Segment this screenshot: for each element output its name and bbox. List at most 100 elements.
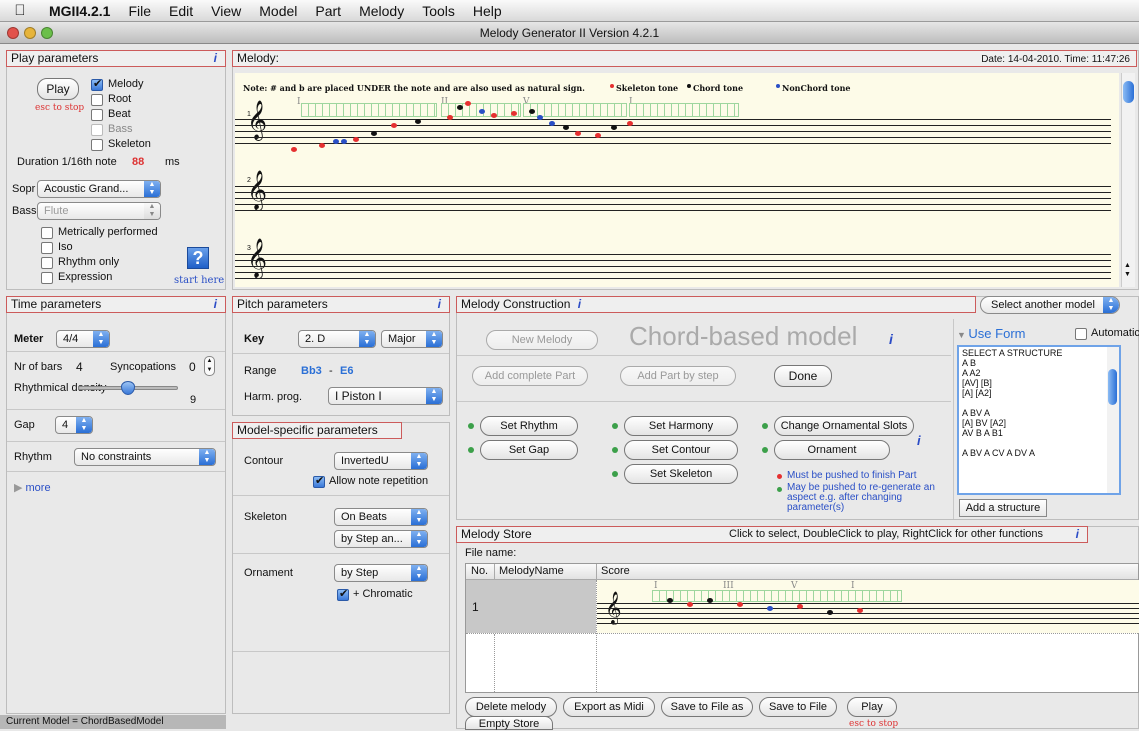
start-here-link[interactable]: start here (174, 275, 224, 286)
new-melody-button[interactable]: New Melody (486, 330, 598, 350)
structure-item[interactable]: A BV A CV A DV A (962, 448, 1116, 458)
bass-checkbox[interactable] (91, 124, 103, 136)
sopr-instrument-select[interactable]: Acoustic Grand... ▲ ▼ (37, 180, 161, 198)
ornament-button[interactable]: Ornament (774, 440, 890, 460)
column-melodyname[interactable]: MelodyName (499, 565, 564, 577)
menu-part[interactable]: Part (306, 3, 350, 19)
close-window-button[interactable] (7, 27, 19, 39)
delete-melody-button[interactable]: Delete melody (465, 697, 557, 717)
change-ornamental-slots-button[interactable]: Change Ornamental Slots (774, 416, 914, 436)
info-icon[interactable]: i (1076, 527, 1079, 542)
info-icon[interactable]: i (214, 51, 217, 66)
scroll-thumb[interactable] (1108, 369, 1117, 405)
structure-item[interactable]: A A2 (962, 368, 1116, 378)
menu-app[interactable]: MGII4.2.1 (40, 3, 119, 19)
rhythmical-density-slider[interactable] (78, 381, 178, 395)
save-to-file-button[interactable]: Save to File (759, 697, 837, 717)
skeleton-select-2[interactable]: by Step an... ▲ ▼ (334, 530, 428, 548)
melody-score-area[interactable]: Note: # and b are placed UNDER the note … (235, 73, 1119, 287)
structure-item[interactable]: [AV] [B] (962, 378, 1116, 388)
harmonic-progression-select[interactable]: I Piston I ▲ ▼ (328, 387, 443, 405)
menu-view[interactable]: View (202, 3, 250, 19)
use-form-disclosure[interactable]: ▼ Use Form (957, 326, 1025, 341)
automatic-checkbox[interactable] (1075, 328, 1087, 340)
structure-item[interactable]: SELECT A STRUCTURE (962, 348, 1116, 358)
play-button[interactable]: Play (37, 78, 79, 100)
minimize-window-button[interactable] (24, 27, 36, 39)
info-icon[interactable]: i (438, 297, 441, 312)
slider-thumb[interactable] (121, 381, 135, 395)
structure-item[interactable]: [A] [A2] (962, 388, 1116, 398)
add-structure-button[interactable]: Add a structure (959, 499, 1047, 517)
column-score[interactable]: Score (601, 565, 630, 577)
set-harmony-button[interactable]: Set Harmony (624, 416, 738, 436)
bass-instrument-select[interactable]: Flute ▲ ▼ (37, 202, 161, 220)
structure-item[interactable]: A BV A (962, 408, 1116, 418)
scroll-arrows-icon[interactable]: ▲ ▼ (1124, 261, 1131, 279)
contour-select[interactable]: InvertedU ▲ ▼ (334, 452, 428, 470)
done-button[interactable]: Done (774, 365, 832, 387)
menu-tools[interactable]: Tools (413, 3, 464, 19)
skeleton-checkbox[interactable] (91, 139, 103, 151)
melody-checkbox[interactable] (91, 77, 103, 91)
set-contour-button[interactable]: Set Contour (624, 440, 738, 460)
staff-lines (597, 600, 1139, 626)
set-skeleton-button[interactable]: Set Skeleton (624, 464, 738, 484)
add-part-by-step-button[interactable]: Add Part by step (620, 366, 736, 386)
allow-note-repetition-checkbox[interactable] (313, 474, 325, 488)
model-info-icon[interactable]: i (889, 331, 893, 347)
root-checkbox[interactable] (91, 94, 103, 106)
structure-item[interactable]: [A] BV [A2] (962, 418, 1116, 428)
select-another-model-select[interactable]: Select another model ▲ ▼ (980, 296, 1120, 314)
info-icon[interactable]: i (578, 297, 581, 311)
table-row[interactable]: 1 I III V I 𝄞 (466, 580, 1139, 634)
mode-select[interactable]: Major ▲ ▼ (381, 330, 443, 348)
rhythm-select[interactable]: No constraints ▲ ▼ (74, 448, 216, 466)
skeleton-select-1[interactable]: On Beats ▲ ▼ (334, 508, 428, 526)
export-midi-button[interactable]: Export as Midi (563, 697, 655, 717)
structure-scrollbar[interactable] (1107, 347, 1119, 493)
save-to-file-as-button[interactable]: Save to File as (661, 697, 753, 717)
empty-store-button[interactable]: Empty Store (465, 716, 553, 730)
add-complete-part-button[interactable]: Add complete Part (472, 366, 588, 386)
apple-icon[interactable]:  (0, 2, 40, 19)
chromatic-checkbox[interactable] (337, 587, 349, 601)
syncopations-value[interactable]: 0 (189, 360, 196, 374)
menu-melody[interactable]: Melody (350, 3, 413, 19)
set-gap-button[interactable]: Set Gap (480, 440, 578, 460)
menu-model[interactable]: Model (250, 3, 306, 19)
row-selection (466, 580, 596, 633)
nr-of-bars-value[interactable]: 4 (76, 360, 83, 374)
gap-select[interactable]: 4 ▲ ▼ (55, 416, 93, 434)
range-low-value[interactable]: Bb3 (301, 365, 322, 377)
scroll-thumb[interactable] (1123, 81, 1134, 103)
menu-file[interactable]: File (119, 3, 160, 19)
ornament-select[interactable]: by Step ▲ ▼ (334, 564, 428, 582)
meter-select[interactable]: 4/4 ▲ ▼ (56, 330, 110, 348)
iso-checkbox[interactable] (41, 242, 53, 254)
melody-scrollbar[interactable]: ▲ ▼ (1121, 73, 1135, 287)
help-question-icon[interactable]: ? (187, 247, 209, 269)
structure-list[interactable]: SELECT A STRUCTURE A B A A2 [AV] [B] [A]… (957, 345, 1121, 495)
expression-checkbox[interactable] (41, 272, 53, 284)
menu-help[interactable]: Help (464, 3, 511, 19)
column-no[interactable]: No. (471, 565, 488, 577)
menu-edit[interactable]: Edit (160, 3, 202, 19)
more-disclosure[interactable]: ▶ more (14, 481, 51, 494)
set-rhythm-button[interactable]: Set Rhythm (480, 416, 578, 436)
ornament-info-icon[interactable]: i (917, 433, 921, 448)
metrically-performed-checkbox[interactable] (41, 227, 53, 239)
info-icon[interactable]: i (214, 297, 217, 312)
syncopations-stepper[interactable]: ▲ ▼ (204, 356, 215, 376)
structure-item[interactable]: AV B A B1 (962, 428, 1116, 438)
duration-value[interactable]: 88 (132, 156, 144, 168)
structure-item[interactable]: A B (962, 358, 1116, 368)
zoom-window-button[interactable] (41, 27, 53, 39)
range-high-value[interactable]: E6 (340, 365, 353, 377)
store-play-button[interactable]: Play (847, 697, 897, 717)
beat-checkbox[interactable] (91, 109, 103, 121)
key-select[interactable]: 2. D ▲ ▼ (298, 330, 376, 348)
melody-construction-panel: Melody Construction i Select another mod… (456, 296, 1139, 520)
red-dot-icon (777, 474, 782, 479)
rhythm-only-checkbox[interactable] (41, 257, 53, 269)
